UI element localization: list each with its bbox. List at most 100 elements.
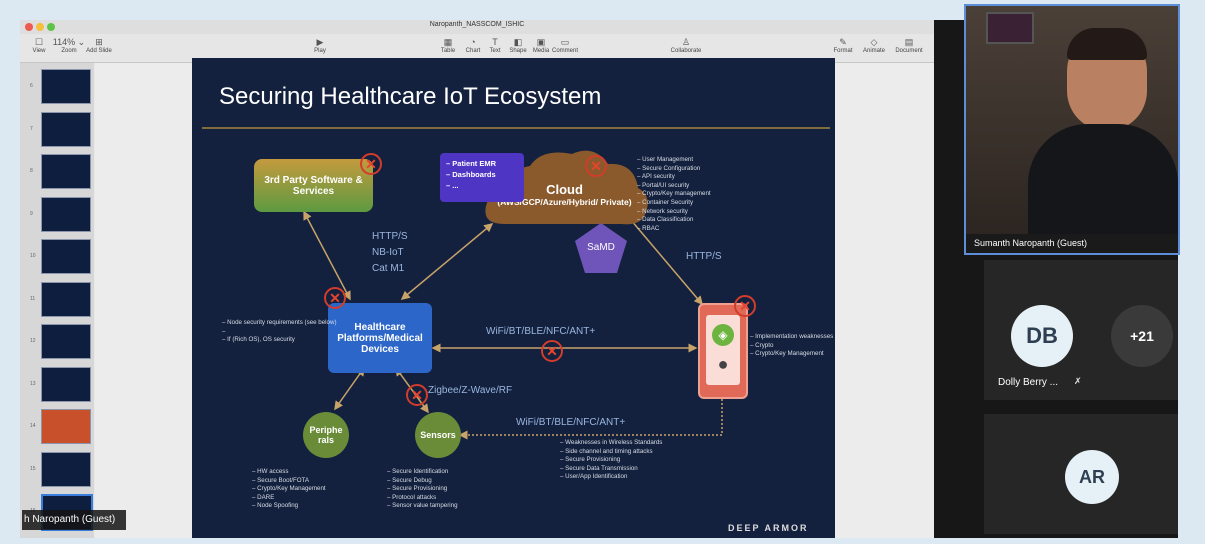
- toolbar-label: Document: [895, 48, 923, 54]
- emr-box: Patient EMR Dashboards ...: [440, 153, 524, 202]
- participant-name: Dolly Berry ...: [998, 377, 1059, 388]
- sensor-security-item: Protocol attacks: [387, 494, 458, 503]
- protocol-label: WiFi/BT/BLE/NFC/ANT+: [516, 417, 626, 428]
- slide-navigator[interactable]: 678910111213141516: [20, 63, 94, 538]
- node-security-item: If (Rich OS), OS security: [222, 336, 337, 345]
- mobile-security-list: Implementation weaknesses Crypto Crypto/…: [750, 333, 833, 359]
- x-mark-icon: ✕: [585, 155, 607, 177]
- toolbar-label: Zoom: [61, 48, 77, 54]
- avatar[interactable]: AR: [1065, 450, 1119, 504]
- cloud-security-item: Portal/UI security: [637, 182, 711, 191]
- slide-thumbnail[interactable]: [41, 69, 91, 104]
- wireless-security-item: Secure Data Transmission: [560, 465, 662, 474]
- x-mark-icon: ✕: [406, 384, 428, 406]
- x-mark-icon: ✕: [360, 153, 382, 175]
- peripheral-security-item: Crypto/Key Management: [252, 485, 325, 494]
- cloud-security-item: Container Security: [637, 199, 711, 208]
- healthcare-label: Healthcare Platforms/Medical Devices: [337, 321, 423, 355]
- toolbar-label: Add Slide: [86, 48, 112, 54]
- cloud-security-item: Crypto/Key management: [637, 190, 710, 199]
- third-party-label: 3rd Party Software & Services: [264, 174, 363, 197]
- wireless-security-item: Weaknesses in Wireless Standards: [560, 439, 662, 448]
- sensor-security-item: Sensor value tampering: [387, 502, 457, 511]
- apple-icon: ●: [717, 354, 729, 374]
- protocol-label: Cat M1: [372, 263, 405, 274]
- mobile-security-item: Implementation weaknesses: [750, 333, 833, 342]
- mobile-security-item: Crypto: [750, 342, 833, 351]
- cloud-security-item: Network security: [637, 208, 711, 217]
- slide-number: 6: [30, 83, 33, 89]
- emr-item: ...: [446, 180, 496, 191]
- sensor-security-item: Secure Debug: [387, 477, 458, 486]
- protocol-label: WiFi/BT/BLE/NFC/ANT+: [486, 326, 596, 337]
- wall-picture: [986, 12, 1034, 44]
- protocol-label: Zigbee/Z-Wave/RF: [428, 385, 513, 396]
- toolbar-label: Format: [833, 48, 853, 54]
- toolbar-comment-button[interactable]: ▭ Comment: [543, 36, 587, 54]
- document-icon: ▤: [904, 37, 914, 47]
- slide-thumbnail[interactable]: [41, 111, 91, 147]
- peripherals-node: Periphe rals: [303, 412, 349, 458]
- slide-thumbnail[interactable]: [41, 281, 91, 317]
- node-security-item: Node security requirements (see below): [222, 319, 336, 328]
- emr-list: Patient EMR Dashboards ...: [446, 158, 496, 191]
- presenter-name-label: h Naropanth (Guest): [22, 510, 126, 530]
- toolbar-collaborate-button[interactable]: ♙ Collaborate: [664, 36, 708, 54]
- keynote-window: Naropanth_NASSCOM_ISHIC ☐ View 114% ⌄ Zoom ⊞…: [20, 20, 934, 538]
- android-icon: ◈: [712, 324, 734, 346]
- cloud-security-item: API security: [637, 173, 711, 182]
- toolbar-label: Play: [314, 48, 326, 54]
- toolbar-play-button[interactable]: ▶ Play: [298, 36, 342, 54]
- samd-label: SaMD: [587, 242, 615, 253]
- speaker-video-tile[interactable]: Sumanth Naropanth (Guest): [964, 4, 1180, 255]
- avatar[interactable]: DB: [1011, 305, 1073, 367]
- node-security-item: [222, 328, 337, 337]
- speaker-torso: [1028, 124, 1178, 234]
- peripheral-security-item: DARE: [252, 494, 326, 503]
- emr-item: Patient EMR: [446, 158, 496, 169]
- x-mark-icon: ✕: [734, 295, 756, 317]
- smartphone: ◈ ●: [698, 303, 748, 399]
- cloud-security-item: RBAC: [637, 225, 711, 234]
- more-participants-badge[interactable]: +21: [1111, 305, 1173, 367]
- slide-number: 11: [30, 295, 36, 302]
- cloud-security-item: User Management: [637, 156, 711, 165]
- healthcare-box: Healthcare Platforms/Medical Devices: [328, 303, 432, 373]
- slide-thumbnail[interactable]: [41, 366, 91, 402]
- third-party-box: 3rd Party Software & Services: [254, 159, 373, 212]
- sensor-security-item: Secure Provisioning: [387, 485, 458, 494]
- play-icon: ▶: [316, 37, 324, 47]
- protocol-label: HTTP/S: [372, 231, 408, 242]
- emr-item: Dashboards: [446, 169, 496, 180]
- cloud-security-list: User ManagementSecure ConfigurationAPI s…: [637, 156, 711, 233]
- node-security-list: Node security requirements (see below) I…: [222, 319, 337, 345]
- speaker-hair: [1067, 28, 1147, 60]
- sensor-security-item: Secure Identification: [387, 468, 458, 477]
- slide-number: 10: [30, 253, 36, 259]
- sensors-label: Sensors: [420, 430, 456, 440]
- slide-number: 8: [30, 168, 33, 174]
- speaker-name: Sumanth Naropanth (Guest): [974, 238, 1088, 248]
- peripheral-security-item: Node Spoofing: [252, 502, 326, 511]
- protocol-label: HTTP/S: [686, 251, 722, 262]
- cloud-security-item: Data Classification: [637, 216, 711, 225]
- toolbar-document-button[interactable]: ▤ Document: [887, 36, 931, 54]
- wireless-security-item: Secure Provisioning: [560, 456, 662, 465]
- peripheral-security-item: Secure Boot/FOTA: [252, 477, 326, 486]
- toolbar-add-slide-button[interactable]: ⊞ Add Slide: [77, 36, 121, 54]
- slide-thumbnail[interactable]: [41, 196, 91, 232]
- peripheral-security-list: HW accessSecure Boot/FOTACrypto/Key Mana…: [252, 468, 326, 511]
- protocol-label: NB-IoT: [372, 247, 404, 258]
- slide-thumbnail[interactable]: [41, 451, 91, 487]
- slide-thumbnail[interactable]: [41, 154, 91, 189]
- peripherals-label: Periphe rals: [309, 425, 343, 445]
- slide-thumbnail[interactable]: [41, 409, 91, 444]
- document-title: Naropanth_NASSCOM_ISHIC: [429, 21, 525, 28]
- slide-thumbnail[interactable]: [41, 239, 91, 274]
- deep-armor-logo: DEEP ARMOR: [728, 523, 809, 533]
- toolbar-label: Collaborate: [670, 48, 702, 54]
- wireless-security-list: Weaknesses in Wireless StandardsSide cha…: [560, 439, 662, 482]
- add-slide-icon: ⊞: [95, 37, 103, 47]
- current-slide: Securing Healthcare IoT Ecosystem 3rd Pa…: [192, 58, 835, 538]
- slide-thumbnail[interactable]: [41, 324, 91, 359]
